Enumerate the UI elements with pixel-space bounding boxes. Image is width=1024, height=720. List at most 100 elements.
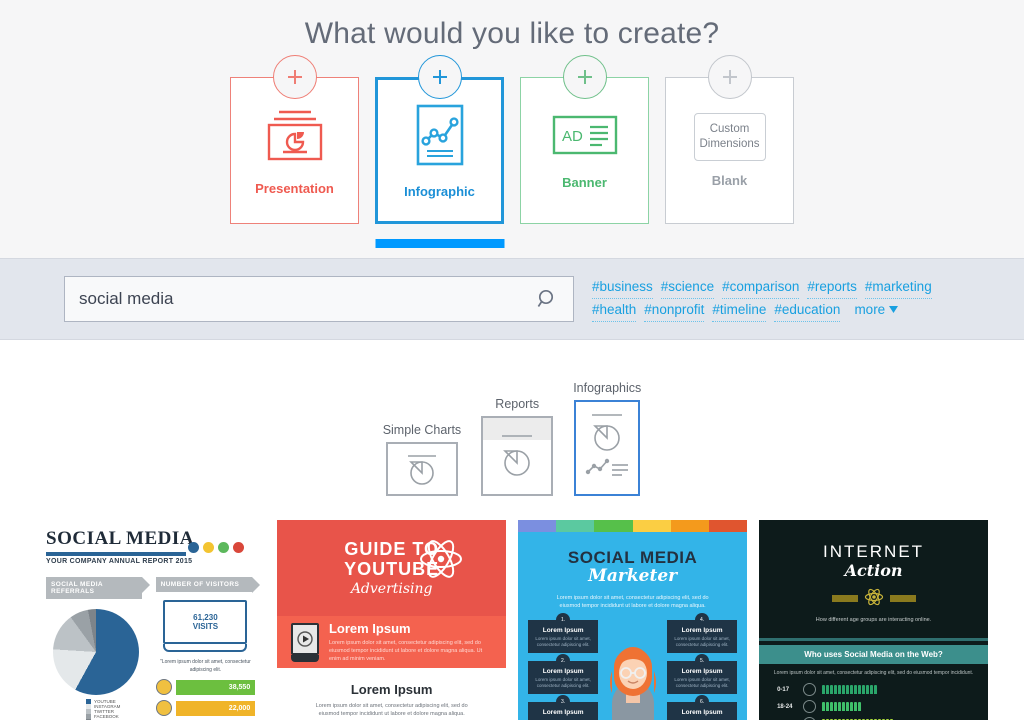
card-heading: Lorem Ipsum xyxy=(681,709,723,716)
format-thumb-landscape[interactable] xyxy=(385,442,458,496)
card-number: 3. xyxy=(556,695,571,709)
ad-banner-icon: AD xyxy=(552,112,618,163)
tag-health[interactable]: #health xyxy=(592,299,637,322)
format-label: Reports xyxy=(495,397,540,411)
format-thumb-square[interactable] xyxy=(481,416,554,496)
custom-dimensions-icon[interactable]: Custom Dimensions xyxy=(693,113,766,161)
plus-icon-blank[interactable] xyxy=(707,55,752,99)
referrals-pie-chart xyxy=(52,609,139,695)
card-body: Lorem ipsum dolor sit amet, consectetur … xyxy=(535,677,591,688)
percent-badge xyxy=(803,700,817,713)
format-infographics[interactable]: Infographics xyxy=(573,381,641,496)
divider xyxy=(759,638,989,641)
plus-icon-banner[interactable] xyxy=(562,55,607,99)
card-heading: Lorem Ipsum xyxy=(542,668,584,675)
age-label: 0-17 xyxy=(777,686,790,693)
create-card-infographic[interactable]: Infographic xyxy=(375,55,504,248)
user-icon xyxy=(155,700,172,716)
format-simple-charts[interactable]: Simple Charts xyxy=(382,423,462,496)
card-number: 4. xyxy=(695,613,710,627)
card-heading: Lorem Ipsum xyxy=(542,627,584,634)
more-tags-button[interactable]: more xyxy=(854,302,899,317)
age-group-row: 18-24 xyxy=(777,700,970,713)
tag-row-2: #health #nonprofit #timeline #education … xyxy=(592,299,952,322)
search-input-value: social media xyxy=(79,289,174,308)
more-tags-label: more xyxy=(854,302,886,317)
custom-dimensions-line2: Dimensions xyxy=(699,138,760,150)
cards-column-right: 4. Lorem Ipsum Lorem ipsum dolor sit ame… xyxy=(667,613,738,720)
plus-icon-infographic[interactable] xyxy=(417,55,462,99)
card-body: Lorem ipsum dolor sit amet, consectetur … xyxy=(674,636,730,647)
create-card-presentation[interactable]: Presentation xyxy=(230,55,359,224)
create-card-label: Infographic xyxy=(404,183,475,199)
format-thumb-portrait[interactable] xyxy=(574,400,641,496)
presentation-chart-icon xyxy=(263,106,327,169)
format-label: Simple Charts xyxy=(382,423,462,437)
template-mid-section: Lorem Ipsum Lorem ipsum dolor sit amet, … xyxy=(277,616,507,668)
search-band: social media #business #science #compari… xyxy=(0,258,1024,340)
band-body: Lorem ipsum dolor sit amet, consectetur … xyxy=(773,670,974,676)
title-ornament xyxy=(759,587,988,609)
band-heading: Who uses Social Media on the Web? xyxy=(804,650,943,659)
visits-label: VISITS xyxy=(192,622,219,631)
numbered-card: 1. Lorem Ipsum Lorem ipsum dolor sit ame… xyxy=(528,613,599,653)
template-subtitle: YOUR COMPANY ANNUAL REPORT 2015 xyxy=(46,558,193,565)
card-number: 6. xyxy=(695,695,710,709)
line-chart-document-icon xyxy=(414,103,466,172)
visitors-section: NUMBER OF VISITORS 61,230 VISITS "Lorem … xyxy=(155,577,260,720)
card-body: Lorem ipsum dolor sit amet, consectetur … xyxy=(674,677,730,688)
tag-marketing[interactable]: #marketing xyxy=(864,276,932,299)
card-heading: Lorem Ipsum xyxy=(542,709,584,716)
active-tab-indicator xyxy=(375,239,504,248)
percent-badge xyxy=(803,683,817,696)
search-icon[interactable] xyxy=(529,287,559,311)
tag-business[interactable]: #business xyxy=(592,276,653,299)
visits-number: 61,230 xyxy=(193,613,218,622)
tag-science[interactable]: #science xyxy=(660,276,715,299)
create-card-blank[interactable]: Custom Dimensions Blank xyxy=(665,55,794,224)
visitors-note: "Lorem ipsum dolor sit amet, consectetur… xyxy=(160,659,251,673)
card-number: 5. xyxy=(695,654,710,668)
template-title: SOCIAL MEDIA xyxy=(567,548,698,567)
numbered-card: 5. Lorem Ipsum Lorem ipsum dolor sit ame… xyxy=(667,654,738,694)
atom-icon xyxy=(418,536,464,584)
template-card-social-media-marketer[interactable]: SOCIAL MEDIA Marketer Lorem ipsum dolor … xyxy=(518,520,748,720)
tag-nonprofit[interactable]: #nonprofit xyxy=(644,299,705,322)
age-label: 18-24 xyxy=(777,703,793,710)
template-title: INTERNET xyxy=(823,542,925,561)
template-card-internet-action[interactable]: INTERNET Action How different age groups… xyxy=(759,520,989,720)
mid-body: Lorem ipsum dolor sit amet, consectetur … xyxy=(328,640,483,662)
tag-education[interactable]: #education xyxy=(774,299,841,322)
tag-timeline[interactable]: #timeline xyxy=(712,299,767,322)
mid-heading: Lorem Ipsum xyxy=(328,621,411,636)
foot-body: Lorem ipsum dolor sit amet, consectetur … xyxy=(315,703,468,717)
laptop-icon: 61,230 VISITS xyxy=(163,600,248,652)
title-rule xyxy=(46,552,186,556)
custom-dimensions-line1: Custom xyxy=(709,123,750,135)
template-card-guide-to-youtube-advertising[interactable]: GUIDE TO YOUTUBE Advertising Lorem Ipsum… xyxy=(277,520,507,720)
create-card-label: Banner xyxy=(562,174,607,190)
tag-comparison[interactable]: #comparison xyxy=(722,276,800,299)
chevron-down-icon xyxy=(889,306,899,313)
card-body: Lorem ipsum dolor sit amet, consectetur … xyxy=(535,636,591,647)
search-input[interactable]: social media xyxy=(64,276,574,322)
people-bar xyxy=(822,702,862,711)
section-band: Who uses Social Media on the Web? xyxy=(759,645,989,664)
template-gallery: SOCIAL MEDIA YOUR COMPANY ANNUAL REPORT … xyxy=(0,520,1024,720)
numbered-card: 3. Lorem Ipsum xyxy=(528,695,599,720)
template-card-social-media-annual-report[interactable]: SOCIAL MEDIA YOUR COMPANY ANNUAL REPORT … xyxy=(36,520,266,720)
numbered-card: 6. Lorem Ipsum xyxy=(667,695,738,720)
card-number: 2. xyxy=(556,654,571,668)
card-number: 1. xyxy=(556,613,571,627)
tag-reports[interactable]: #reports xyxy=(807,276,857,299)
format-reports[interactable]: Reports xyxy=(481,397,554,496)
template-tagline: How different age groups are interacting… xyxy=(815,617,932,623)
format-label: Infographics xyxy=(573,381,642,395)
numbered-card: 4. Lorem Ipsum Lorem ipsum dolor sit ame… xyxy=(667,613,738,653)
plus-icon-presentation[interactable] xyxy=(272,55,317,99)
page-title: What would you like to create? xyxy=(304,17,720,50)
stat-bar-value: 22,000 xyxy=(175,700,256,716)
accent-dots xyxy=(188,542,244,553)
create-card-banner[interactable]: AD Banner xyxy=(520,55,649,224)
card-heading: Lorem Ipsum xyxy=(681,668,723,675)
